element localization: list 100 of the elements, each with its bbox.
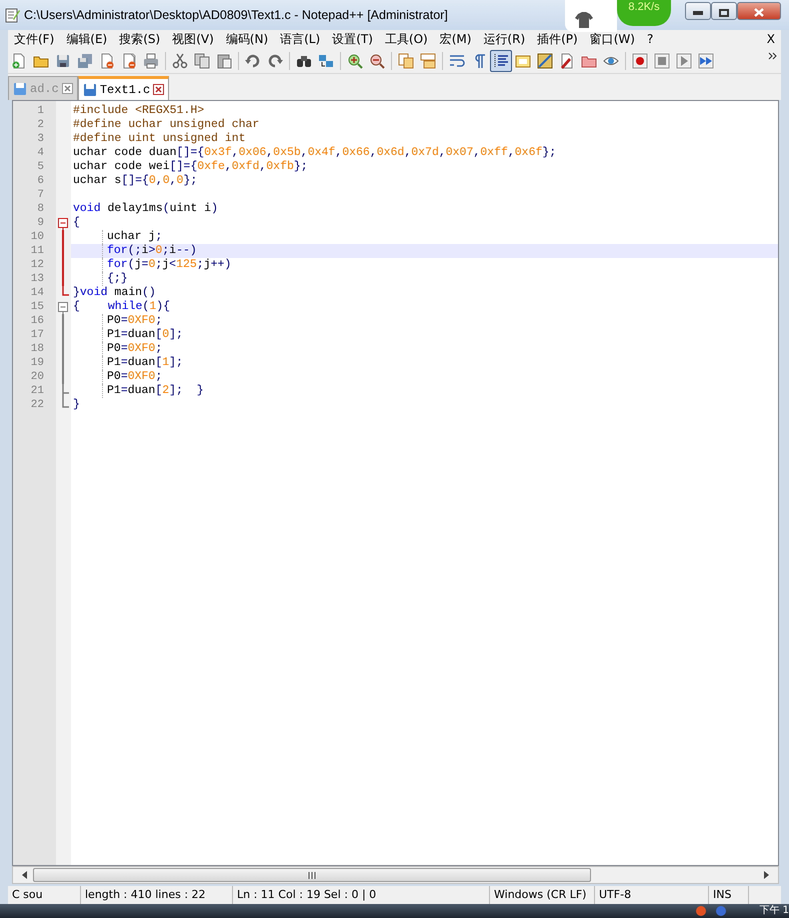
menu-item[interactable]: 运行(R)	[477, 30, 532, 48]
replace-icon	[318, 52, 334, 68]
download-speed: 8.2K/s	[617, 0, 671, 26]
redo-icon	[267, 52, 283, 68]
clock-text: 下午 1	[759, 904, 789, 918]
menu-item[interactable]: 插件(P)	[531, 30, 584, 48]
word-wrap-icon	[449, 52, 465, 68]
code-line: uchar code duan[]={0x3f,0x06,0x5b,0x4f,0x66,0x6d,0x7d,0x07,0xff,0x6f};	[72, 146, 558, 160]
menu-item[interactable]: 窗口(W)	[584, 30, 641, 48]
maximize-icon	[719, 8, 729, 17]
line-number: 4	[36, 146, 45, 160]
line-number: 7	[36, 188, 45, 202]
chevron-icon[interactable]	[768, 52, 777, 60]
close-icon[interactable]	[62, 83, 73, 94]
minimize-button[interactable]	[685, 2, 711, 20]
line-number: 2	[36, 118, 45, 132]
code-line: {;}	[71, 272, 778, 286]
new-file-icon	[11, 52, 27, 68]
print-icon	[143, 52, 159, 68]
tray-icon[interactable]	[695, 905, 708, 917]
code-line: { while(1){	[72, 300, 172, 314]
code-line: P1=duan[2]; }	[71, 384, 778, 398]
document-map-icon	[515, 52, 531, 68]
scroll-left-icon[interactable]	[21, 871, 29, 879]
code-line: #include <REGX51.H>	[72, 104, 206, 118]
menu-item[interactable]: 语言(L)	[274, 30, 326, 48]
menu-item[interactable]: 编码(N)	[220, 30, 274, 48]
copy-icon	[194, 52, 210, 68]
collapse-icon[interactable]	[58, 216, 68, 230]
close-document-button[interactable]: X	[760, 30, 781, 48]
scroll-right-icon[interactable]	[762, 871, 770, 879]
code-line: P0=0XF0;	[71, 370, 778, 384]
menu-item[interactable]: 设置(T)	[326, 30, 379, 48]
scrollbar-thumb[interactable]	[33, 868, 591, 882]
window-title: C:\Users\Administrator\Desktop\AD0809\Text1.c - Notepad++ [Administrator]	[24, 6, 448, 24]
menu-item[interactable]: ?	[640, 30, 660, 48]
zoom-out-icon	[369, 52, 385, 68]
code-line: #define uchar unsigned char	[72, 118, 260, 132]
code-line: P0=0XF0;	[71, 314, 778, 328]
map-icon	[537, 52, 553, 68]
line-number: 1	[36, 104, 45, 118]
line-number: 10	[30, 230, 45, 244]
code-line: {	[72, 216, 81, 230]
document-pen-icon	[559, 52, 575, 68]
stop-icon	[654, 52, 670, 68]
line-number: 12	[30, 258, 45, 272]
code-line: P1=duan[1];	[71, 356, 778, 370]
code-line: P0=0XF0;	[71, 342, 778, 356]
line-number: 19	[30, 356, 45, 370]
menu-item[interactable]: 宏(M)	[434, 30, 478, 48]
line-number: 6	[36, 174, 45, 188]
line-number: 9	[36, 216, 45, 230]
close-all-icon	[121, 52, 137, 68]
close-button[interactable]	[737, 2, 781, 20]
menu-item[interactable]: 文件(F)	[8, 30, 60, 48]
line-number: 14	[30, 286, 45, 300]
zoom-in-icon	[347, 52, 363, 68]
minimize-icon	[693, 10, 703, 15]
fast-forward-icon	[698, 52, 714, 68]
sync-vertical-icon	[398, 52, 414, 68]
tray-icon[interactable]	[715, 905, 728, 917]
close-file-icon	[99, 52, 115, 68]
collapse-icon[interactable]	[58, 300, 68, 314]
maximize-button[interactable]	[711, 2, 737, 20]
close-icon	[754, 8, 764, 18]
line-number: 3	[36, 132, 45, 146]
close-icon[interactable]	[153, 84, 164, 95]
menu-item[interactable]: 编辑(E)	[60, 30, 114, 48]
file-tab[interactable]: Text1.c	[78, 76, 170, 100]
paste-icon	[216, 52, 232, 68]
menu-item[interactable]: 视图(V)	[166, 30, 220, 48]
horizontal-scrollbar[interactable]	[12, 866, 779, 884]
grip-icon	[308, 872, 316, 878]
code-line: #define uint unsigned int	[72, 132, 247, 146]
record-icon	[632, 52, 648, 68]
code-line: uchar s[]={0,0,0};	[72, 174, 198, 188]
menu-item[interactable]: 工具(O)	[378, 30, 434, 48]
line-number: 13	[30, 272, 45, 286]
line-number: 16	[30, 314, 45, 328]
code-line: }	[72, 398, 81, 412]
code-line: for(j=0;j<125;j++)	[71, 258, 778, 272]
line-number: 5	[36, 160, 45, 174]
line-number: 15	[30, 300, 45, 314]
indent-guide-icon	[493, 52, 509, 68]
menu-item[interactable]: 搜索(S)	[113, 30, 166, 48]
play-icon	[676, 52, 692, 68]
line-number: 11	[30, 244, 45, 258]
line-number: 18	[30, 342, 45, 356]
line-number: 17	[30, 328, 45, 342]
notepad-icon	[4, 7, 20, 23]
save-all-icon	[77, 52, 93, 68]
code-line: uchar code wei[]={0xfe,0xfd,0xfb};	[72, 160, 309, 174]
undo-icon	[245, 52, 261, 68]
line-number: 22	[30, 398, 45, 412]
line-number: 20	[30, 370, 45, 384]
indent-guide-button[interactable]	[490, 50, 512, 72]
save-icon	[55, 52, 71, 68]
code-line: }void main()	[72, 286, 157, 300]
line-number: 8	[36, 202, 45, 216]
line-number: 21	[30, 384, 45, 398]
